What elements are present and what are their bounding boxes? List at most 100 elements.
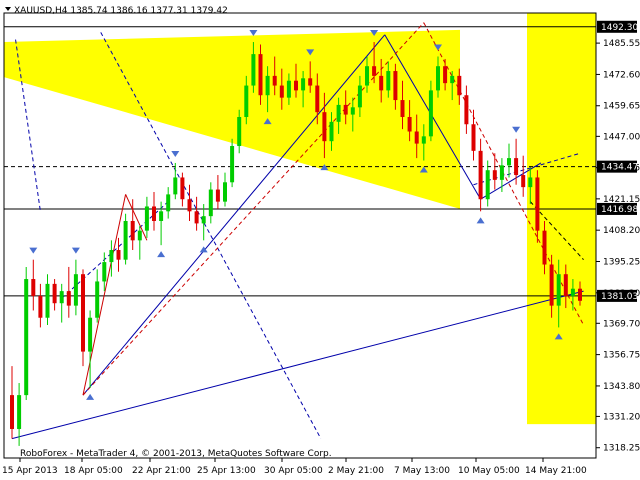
candle-body [485,170,490,200]
candle-body [159,211,164,221]
candle-body [549,264,554,306]
candle-body [81,274,85,352]
candle-body [407,116,412,132]
candle-body [329,121,334,142]
candle-body [251,54,256,86]
candle-body [38,295,43,318]
candle-body [350,107,355,115]
candle-body [272,75,277,86]
candle-body [187,199,192,212]
candle-body [294,80,298,91]
x-tick-label: 10 May 05:00 [458,466,520,476]
x-tick-label: 7 May 13:00 [394,466,450,476]
candle-body [95,281,100,318]
candle-body [31,279,36,296]
candle-body [578,288,582,301]
y-tick-label: 1485.55 [603,39,640,49]
candle-body [492,170,497,180]
candle-body [542,230,547,265]
y-tick-label: 1408.20 [603,226,640,236]
x-tick-label: 14 May 21:00 [525,466,587,476]
y-tick-label: 1447.00 [603,132,640,142]
candle-body [556,274,561,306]
candle-body [570,288,575,296]
candle-body [73,274,78,306]
candle-body [535,177,540,231]
candle-body [414,131,419,144]
candle-body [499,165,504,180]
candle-body [308,78,313,86]
candle [24,266,29,400]
candle-body [428,90,433,137]
candle-body [372,66,377,76]
candle-body [194,211,199,224]
x-tick-label: 22 Apr 21:00 [132,466,191,476]
candle-body [386,71,391,91]
y-tick-label: 1459.65 [603,102,640,112]
candle-body [421,136,426,144]
candle-body [400,100,405,117]
candle-body [507,158,511,166]
candle-body [464,95,469,125]
x-tick-label: 15 Apr 2013 [2,466,58,476]
price-chart[interactable]: 1485.551472.601459.651447.001434.051421.… [0,0,640,480]
y-tick-label: 1331.20 [603,412,640,422]
candle-body [230,146,235,183]
candle-body [173,177,178,195]
level-label: 1492.30 [601,23,638,33]
level-label: 1416.98 [601,205,638,215]
y-tick-label: 1369.70 [603,319,640,329]
candle-body [180,177,185,200]
y-tick-label: 1395.25 [603,257,640,267]
candle-body [201,216,206,224]
chart-header: XAUUSD,H4 1385.74 1386.16 1377.31 1379.4… [5,6,228,16]
candle-body [450,75,455,84]
candle-body [152,206,156,221]
candle-body [109,250,114,263]
candle-body [343,104,348,115]
candle-body [10,395,14,429]
candle-body [379,75,384,91]
candle-body [52,283,57,304]
candle-body [365,66,369,86]
candle-body [102,262,107,282]
x-tick-label: 25 Apr 13:00 [197,466,256,476]
candle-body [116,250,121,260]
candle-body [336,104,341,122]
candle-body [24,279,29,396]
candle-body [223,182,227,202]
level-label: 1381.03 [601,292,638,302]
candle-body [215,189,220,202]
candle-body [237,116,242,147]
y-tick-label: 1318.25 [603,444,640,454]
candle-body [286,80,291,98]
candle-body [123,220,128,260]
copyright-text: RoboForex - MetaTrader 4, © 2001-2013, M… [20,449,332,459]
candle-body [166,194,171,212]
candle-body [59,291,64,304]
y-tick-label: 1472.60 [603,70,640,80]
candle-body [208,189,213,217]
candle [123,213,128,265]
candle-body [301,78,306,91]
level-label: 1434.47 [601,163,638,173]
candle-body [315,85,320,113]
x-tick-label: 2 May 21:00 [328,466,384,476]
candle-body [357,85,362,108]
candle-body [279,85,284,98]
candle-body [258,54,263,96]
candle-body [17,395,22,429]
candle-body [514,158,519,176]
x-tick-label: 30 Apr 05:00 [264,466,323,476]
x-tick-label: 18 Apr 05:00 [64,466,123,476]
candle-body [436,66,440,91]
candle-body [322,112,327,142]
candle-body [130,220,135,241]
candle-body [443,66,448,84]
candle-body [66,291,71,306]
candle-body [478,150,483,200]
candle-body [457,75,462,96]
candle-body [471,124,476,151]
y-tick-label: 1343.80 [603,382,640,392]
candle-body [45,283,50,318]
